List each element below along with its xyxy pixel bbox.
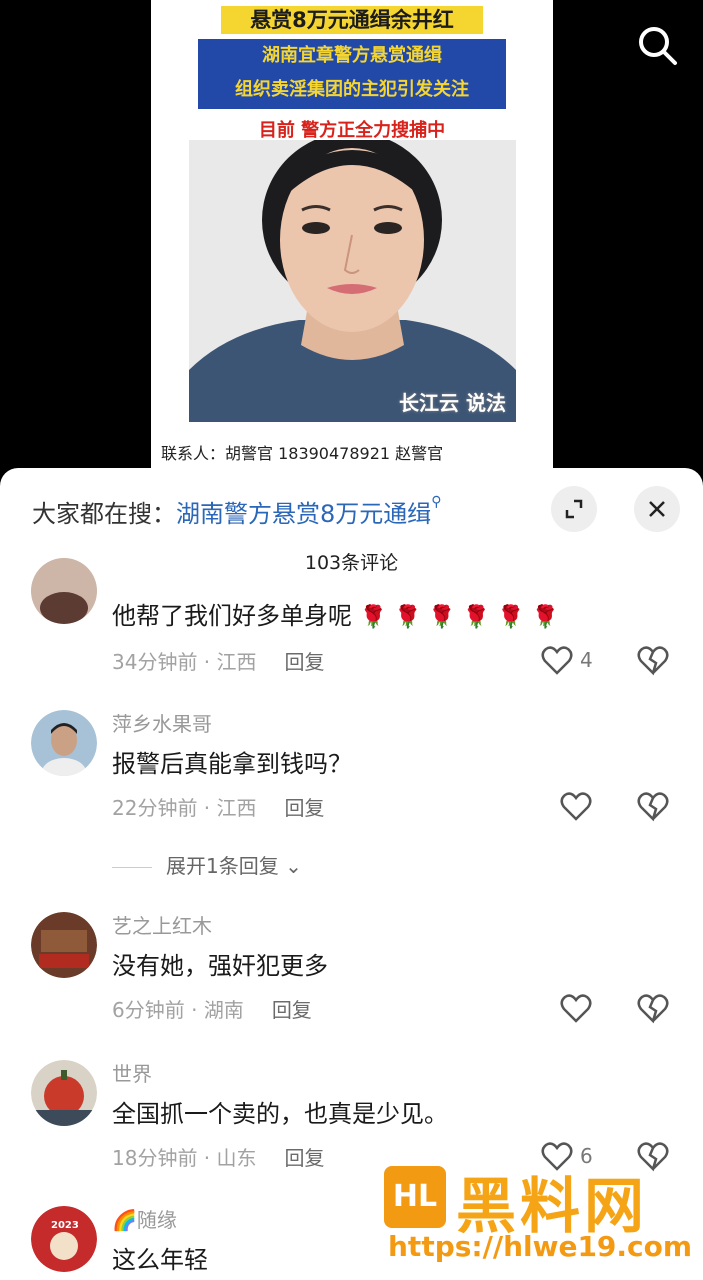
comment-time: 22分钟前 (112, 796, 198, 820)
like-button[interactable] (559, 790, 599, 824)
poster-contact: 联系人：胡警官 18390478921 赵警官 (161, 444, 444, 463)
comment-count: 103条评论 (304, 552, 399, 574)
poster-subtitle: 湖南宜章警方悬赏通缉 组织卖淫集团的主犯引发关注 (198, 39, 506, 109)
reply-button[interactable]: 回复 (285, 1146, 325, 1170)
avatar-badge: 2023 (51, 1220, 79, 1231)
dislike-button[interactable] (636, 992, 670, 1026)
broken-heart-icon (637, 646, 669, 676)
video-player[interactable]: 悬赏8万元通缉余井红 湖南宜章警方悬赏通缉 组织卖淫集团的主犯引发关注 目前 警… (0, 0, 703, 470)
comment-location: 湖南 (203, 998, 244, 1022)
expand-replies-label: 展开1条回复 (166, 854, 279, 878)
comment-text: 没有她，强奸犯更多 (112, 952, 328, 980)
like-count: 4 (580, 648, 593, 672)
dislike-button[interactable] (636, 644, 670, 678)
reply-button[interactable]: 回复 (285, 650, 325, 674)
hot-search-label: 大家都在搜： (32, 500, 176, 528)
comment-meta: 6分钟前 · 湖南 回复 (112, 998, 312, 1022)
avatar[interactable] (31, 710, 97, 776)
hot-search-bar[interactable]: 大家都在搜：湖南警方悬赏8万元通缉⚲ (32, 494, 442, 529)
expand-replies-button[interactable]: 展开1条回复 ⌄ (112, 850, 302, 879)
avatar[interactable]: 2023 (31, 1206, 97, 1272)
site-watermark: HL 黑料网 https://hlwe19.com (384, 1160, 694, 1280)
comment-text: 报警后真能拿到钱吗？ (112, 750, 352, 778)
video-watermark: 长江云 说法 (399, 391, 506, 415)
like-button[interactable] (540, 644, 580, 678)
comment-location: 山东 (216, 1146, 257, 1170)
comment-author[interactable]: 世界 (112, 1058, 152, 1087)
avatar[interactable] (31, 1060, 97, 1126)
magnifier-icon: ⚲ (431, 494, 442, 510)
dislike-button[interactable] (636, 790, 670, 824)
comment-author[interactable]: 萍乡水果哥 (112, 708, 212, 737)
avatar[interactable] (31, 558, 97, 624)
reply-button[interactable]: 回复 (272, 998, 312, 1022)
like-button[interactable] (559, 992, 599, 1026)
rose-emoji: 🌹 🌹 🌹 🌹 🌹 🌹 (359, 605, 559, 630)
broken-heart-icon (637, 792, 669, 822)
brand-url: https://hlwe19.com (388, 1230, 693, 1263)
wanted-poster: 悬赏8万元通缉余井红 湖南宜章警方悬赏通缉 组织卖淫集团的主犯引发关注 目前 警… (151, 0, 553, 470)
poster-subtitle-line2: 组织卖淫集团的主犯引发关注 (235, 79, 469, 100)
expand-button[interactable] (551, 486, 597, 532)
heart-icon (560, 994, 592, 1023)
heart-icon (560, 792, 592, 821)
poster-status: 目前 警方正全力搜捕中 (258, 120, 446, 141)
comment-author[interactable]: 🌈随缘 (112, 1204, 177, 1233)
avatar[interactable] (31, 912, 97, 978)
comment-meta: 22分钟前 · 江西 回复 (112, 796, 325, 820)
comment-time: 6分钟前 (112, 998, 185, 1022)
comment-meta: 18分钟前 · 山东 回复 (112, 1146, 325, 1170)
comment-text-body: 他帮了我们好多单身呢 (112, 602, 352, 630)
close-icon (649, 501, 665, 517)
poster-title: 悬赏8万元通缉余井红 (221, 6, 483, 34)
comment-location: 江西 (216, 650, 257, 674)
poster-subtitle-line1: 湖南宜章警方悬赏通缉 (262, 45, 442, 66)
search-button[interactable] (634, 22, 680, 68)
comment-meta: 34分钟前 · 江西 回复 (112, 650, 325, 674)
expand-icon (565, 499, 583, 519)
comment-text: 这么年轻 (112, 1246, 208, 1274)
search-icon (639, 27, 677, 65)
brand-logo: HL (384, 1166, 446, 1228)
comment-time: 18分钟前 (112, 1146, 198, 1170)
comment-location: 江西 (216, 796, 257, 820)
comment-author[interactable]: 艺之上红木 (112, 910, 212, 939)
comment-text: 全国抓一个卖的，也真是少见。 (112, 1100, 448, 1128)
chevron-down-icon: ⌄ (278, 854, 302, 878)
suspect-photo: 长江云 说法 (189, 140, 516, 422)
comment-time: 34分钟前 (112, 650, 198, 674)
broken-heart-icon (637, 994, 669, 1024)
heart-icon (541, 646, 573, 675)
divider (112, 867, 152, 868)
hot-search-keyword[interactable]: 湖南警方悬赏8万元通缉 (176, 500, 431, 528)
comment-text: 他帮了我们好多单身呢 🌹 🌹 🌹 🌹 🌹 🌹 (112, 596, 559, 631)
reply-button[interactable]: 回复 (285, 796, 325, 820)
close-button[interactable] (634, 486, 680, 532)
